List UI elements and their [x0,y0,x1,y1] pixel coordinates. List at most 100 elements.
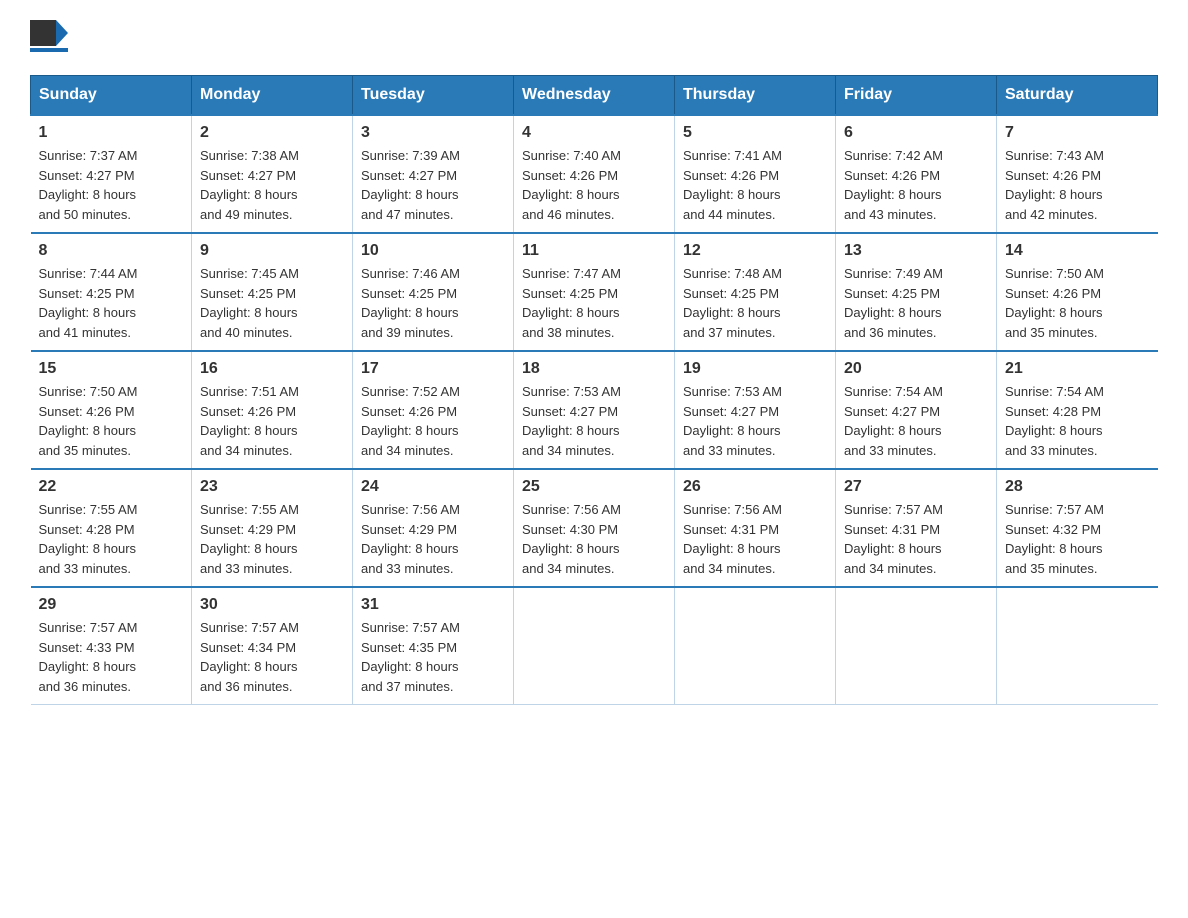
calendar-cell: 8 Sunrise: 7:44 AMSunset: 4:25 PMDayligh… [31,233,192,351]
calendar-cell: 12 Sunrise: 7:48 AMSunset: 4:25 PMDaylig… [675,233,836,351]
day-info: Sunrise: 7:37 AMSunset: 4:27 PMDaylight:… [39,146,184,224]
day-info: Sunrise: 7:51 AMSunset: 4:26 PMDaylight:… [200,382,344,460]
day-info: Sunrise: 7:57 AMSunset: 4:31 PMDaylight:… [844,500,988,578]
day-info: Sunrise: 7:38 AMSunset: 4:27 PMDaylight:… [200,146,344,224]
calendar-cell: 1 Sunrise: 7:37 AMSunset: 4:27 PMDayligh… [31,115,192,233]
day-number: 26 [683,478,827,496]
day-info: Sunrise: 7:57 AMSunset: 4:35 PMDaylight:… [361,618,505,696]
col-header-monday: Monday [192,76,353,116]
calendar-table: SundayMondayTuesdayWednesdayThursdayFrid… [30,75,1158,705]
day-number: 30 [200,596,344,614]
week-row-5: 29 Sunrise: 7:57 AMSunset: 4:33 PMDaylig… [31,587,1158,705]
week-row-4: 22 Sunrise: 7:55 AMSunset: 4:28 PMDaylig… [31,469,1158,587]
day-number: 5 [683,124,827,142]
day-number: 8 [39,242,184,260]
day-number: 11 [522,242,666,260]
day-number: 18 [522,360,666,378]
day-info: Sunrise: 7:40 AMSunset: 4:26 PMDaylight:… [522,146,666,224]
calendar-cell: 23 Sunrise: 7:55 AMSunset: 4:29 PMDaylig… [192,469,353,587]
day-info: Sunrise: 7:52 AMSunset: 4:26 PMDaylight:… [361,382,505,460]
day-number: 20 [844,360,988,378]
col-header-friday: Friday [836,76,997,116]
calendar-cell: 15 Sunrise: 7:50 AMSunset: 4:26 PMDaylig… [31,351,192,469]
calendar-cell [514,587,675,705]
day-number: 4 [522,124,666,142]
calendar-cell: 14 Sunrise: 7:50 AMSunset: 4:26 PMDaylig… [997,233,1158,351]
day-info: Sunrise: 7:56 AMSunset: 4:30 PMDaylight:… [522,500,666,578]
calendar-cell [836,587,997,705]
day-number: 16 [200,360,344,378]
calendar-cell: 20 Sunrise: 7:54 AMSunset: 4:27 PMDaylig… [836,351,997,469]
calendar-cell: 17 Sunrise: 7:52 AMSunset: 4:26 PMDaylig… [353,351,514,469]
week-row-1: 1 Sunrise: 7:37 AMSunset: 4:27 PMDayligh… [31,115,1158,233]
calendar-cell: 5 Sunrise: 7:41 AMSunset: 4:26 PMDayligh… [675,115,836,233]
day-number: 31 [361,596,505,614]
day-number: 25 [522,478,666,496]
day-number: 10 [361,242,505,260]
day-number: 24 [361,478,505,496]
calendar-cell: 27 Sunrise: 7:57 AMSunset: 4:31 PMDaylig… [836,469,997,587]
week-row-3: 15 Sunrise: 7:50 AMSunset: 4:26 PMDaylig… [31,351,1158,469]
day-number: 27 [844,478,988,496]
day-info: Sunrise: 7:39 AMSunset: 4:27 PMDaylight:… [361,146,505,224]
calendar-cell: 29 Sunrise: 7:57 AMSunset: 4:33 PMDaylig… [31,587,192,705]
logo-icon [30,20,68,65]
day-info: Sunrise: 7:53 AMSunset: 4:27 PMDaylight:… [522,382,666,460]
calendar-cell: 21 Sunrise: 7:54 AMSunset: 4:28 PMDaylig… [997,351,1158,469]
day-info: Sunrise: 7:50 AMSunset: 4:26 PMDaylight:… [39,382,184,460]
day-number: 15 [39,360,184,378]
day-info: Sunrise: 7:57 AMSunset: 4:33 PMDaylight:… [39,618,184,696]
day-info: Sunrise: 7:44 AMSunset: 4:25 PMDaylight:… [39,264,184,342]
day-number: 12 [683,242,827,260]
day-number: 2 [200,124,344,142]
day-info: Sunrise: 7:57 AMSunset: 4:32 PMDaylight:… [1005,500,1150,578]
day-number: 29 [39,596,184,614]
day-number: 7 [1005,124,1150,142]
day-number: 22 [39,478,184,496]
col-header-saturday: Saturday [997,76,1158,116]
day-number: 28 [1005,478,1150,496]
day-info: Sunrise: 7:54 AMSunset: 4:27 PMDaylight:… [844,382,988,460]
day-info: Sunrise: 7:42 AMSunset: 4:26 PMDaylight:… [844,146,988,224]
calendar-header-row: SundayMondayTuesdayWednesdayThursdayFrid… [31,76,1158,116]
day-number: 23 [200,478,344,496]
day-info: Sunrise: 7:56 AMSunset: 4:29 PMDaylight:… [361,500,505,578]
calendar-cell: 6 Sunrise: 7:42 AMSunset: 4:26 PMDayligh… [836,115,997,233]
day-info: Sunrise: 7:53 AMSunset: 4:27 PMDaylight:… [683,382,827,460]
day-number: 3 [361,124,505,142]
calendar-cell: 10 Sunrise: 7:46 AMSunset: 4:25 PMDaylig… [353,233,514,351]
calendar-cell: 4 Sunrise: 7:40 AMSunset: 4:26 PMDayligh… [514,115,675,233]
calendar-cell [997,587,1158,705]
calendar-cell: 18 Sunrise: 7:53 AMSunset: 4:27 PMDaylig… [514,351,675,469]
day-info: Sunrise: 7:55 AMSunset: 4:28 PMDaylight:… [39,500,184,578]
calendar-cell: 7 Sunrise: 7:43 AMSunset: 4:26 PMDayligh… [997,115,1158,233]
day-number: 19 [683,360,827,378]
day-info: Sunrise: 7:49 AMSunset: 4:25 PMDaylight:… [844,264,988,342]
day-number: 9 [200,242,344,260]
calendar-cell: 24 Sunrise: 7:56 AMSunset: 4:29 PMDaylig… [353,469,514,587]
calendar-cell [675,587,836,705]
day-info: Sunrise: 7:46 AMSunset: 4:25 PMDaylight:… [361,264,505,342]
week-row-2: 8 Sunrise: 7:44 AMSunset: 4:25 PMDayligh… [31,233,1158,351]
col-header-tuesday: Tuesday [353,76,514,116]
day-info: Sunrise: 7:48 AMSunset: 4:25 PMDaylight:… [683,264,827,342]
day-info: Sunrise: 7:47 AMSunset: 4:25 PMDaylight:… [522,264,666,342]
calendar-cell: 16 Sunrise: 7:51 AMSunset: 4:26 PMDaylig… [192,351,353,469]
calendar-cell: 19 Sunrise: 7:53 AMSunset: 4:27 PMDaylig… [675,351,836,469]
day-info: Sunrise: 7:41 AMSunset: 4:26 PMDaylight:… [683,146,827,224]
day-number: 6 [844,124,988,142]
col-header-wednesday: Wednesday [514,76,675,116]
calendar-cell: 30 Sunrise: 7:57 AMSunset: 4:34 PMDaylig… [192,587,353,705]
calendar-cell: 13 Sunrise: 7:49 AMSunset: 4:25 PMDaylig… [836,233,997,351]
calendar-cell: 28 Sunrise: 7:57 AMSunset: 4:32 PMDaylig… [997,469,1158,587]
calendar-cell: 9 Sunrise: 7:45 AMSunset: 4:25 PMDayligh… [192,233,353,351]
col-header-sunday: Sunday [31,76,192,116]
day-info: Sunrise: 7:54 AMSunset: 4:28 PMDaylight:… [1005,382,1150,460]
day-number: 17 [361,360,505,378]
day-info: Sunrise: 7:43 AMSunset: 4:26 PMDaylight:… [1005,146,1150,224]
page-header [30,20,1158,65]
day-number: 14 [1005,242,1150,260]
col-header-thursday: Thursday [675,76,836,116]
day-number: 21 [1005,360,1150,378]
calendar-cell: 11 Sunrise: 7:47 AMSunset: 4:25 PMDaylig… [514,233,675,351]
